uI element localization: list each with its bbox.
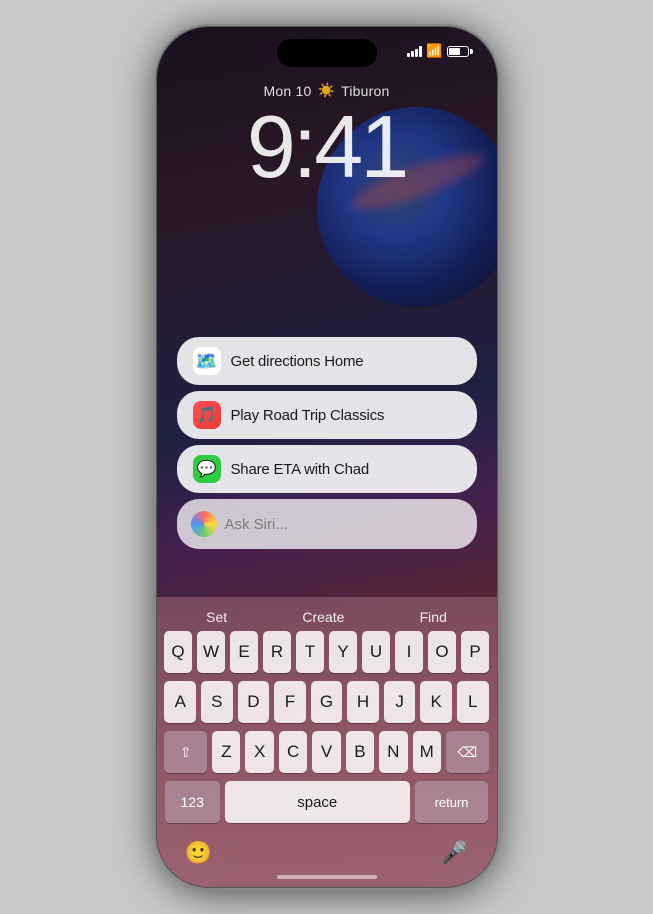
suggestion-create[interactable]: Create: [302, 609, 344, 625]
key-g[interactable]: G: [311, 681, 343, 723]
maps-icon: 🗺️: [193, 347, 221, 375]
suggestion-messages-text: Share ETA with Chad: [231, 461, 370, 478]
siri-suggestions: 🗺️ Get directions Home 🎵 Play Road Trip …: [177, 337, 477, 549]
status-icons: 📶: [407, 43, 472, 59]
lock-screen-content: Mon 10 ☀️ Tiburon 9:41: [157, 82, 497, 191]
key-v[interactable]: V: [312, 731, 340, 773]
key-c[interactable]: C: [279, 731, 307, 773]
key-p[interactable]: P: [461, 631, 489, 673]
key-o[interactable]: O: [428, 631, 456, 673]
microphone-button[interactable]: 🎤: [437, 835, 473, 871]
quick-suggestions-bar: Set Create Find: [161, 605, 493, 631]
key-f[interactable]: F: [274, 681, 306, 723]
key-i[interactable]: I: [395, 631, 423, 673]
home-indicator: [277, 875, 377, 879]
delete-key[interactable]: ⌫: [446, 731, 489, 773]
suggestion-directions[interactable]: 🗺️ Get directions Home: [177, 337, 477, 385]
key-x[interactable]: X: [245, 731, 273, 773]
key-z[interactable]: Z: [212, 731, 240, 773]
suggestion-music-text: Play Road Trip Classics: [231, 407, 385, 424]
shift-key[interactable]: ⇧: [164, 731, 207, 773]
suggestion-directions-text: Get directions Home: [231, 353, 364, 370]
key-m[interactable]: M: [413, 731, 441, 773]
battery-icon: [447, 46, 473, 57]
suggestion-messages[interactable]: 💬 Share ETA with Chad: [177, 445, 477, 493]
dynamic-island: [277, 39, 377, 67]
key-d[interactable]: D: [238, 681, 270, 723]
numbers-key[interactable]: 123: [165, 781, 220, 823]
lock-screen-time: 9:41: [247, 103, 406, 191]
siri-orb-icon: [191, 511, 217, 537]
key-w[interactable]: W: [197, 631, 225, 673]
key-l[interactable]: L: [457, 681, 489, 723]
keyboard-row-2: A S D F G H J K L: [165, 681, 489, 723]
wifi-icon: 📶: [426, 43, 442, 59]
space-key[interactable]: space: [225, 781, 410, 823]
key-b[interactable]: B: [346, 731, 374, 773]
suggestion-find[interactable]: Find: [420, 609, 447, 625]
siri-placeholder: Ask Siri...: [225, 516, 288, 533]
keyboard-row-1: Q W E R T Y U I O P: [165, 631, 489, 673]
signal-icon: [407, 45, 422, 57]
key-n[interactable]: N: [379, 731, 407, 773]
keyboard: Set Create Find Q W E R T Y U I O P: [157, 597, 497, 887]
messages-icon: 💬: [193, 455, 221, 483]
emoji-button[interactable]: 🙂: [181, 835, 217, 871]
key-q[interactable]: Q: [164, 631, 192, 673]
key-s[interactable]: S: [201, 681, 233, 723]
key-k[interactable]: K: [420, 681, 452, 723]
key-h[interactable]: H: [347, 681, 379, 723]
keyboard-row-bottom: 123 space return: [165, 781, 489, 823]
key-r[interactable]: R: [263, 631, 291, 673]
siri-input-container[interactable]: Ask Siri...: [177, 499, 477, 549]
key-u[interactable]: U: [362, 631, 390, 673]
phone-frame: 📶 Mon 10 ☀️ Tiburon 9:41 🗺️: [157, 27, 497, 887]
key-j[interactable]: J: [384, 681, 416, 723]
music-icon: 🎵: [193, 401, 221, 429]
return-key[interactable]: return: [415, 781, 489, 823]
keyboard-rows: Q W E R T Y U I O P A S D F G: [161, 631, 493, 823]
key-y[interactable]: Y: [329, 631, 357, 673]
key-e[interactable]: E: [230, 631, 258, 673]
key-t[interactable]: T: [296, 631, 324, 673]
phone-screen: 📶 Mon 10 ☀️ Tiburon 9:41 🗺️: [157, 27, 497, 887]
suggestion-music[interactable]: 🎵 Play Road Trip Classics: [177, 391, 477, 439]
suggestion-set[interactable]: Set: [206, 609, 227, 625]
keyboard-row-3: ⇧ Z X C V B N M ⌫: [165, 731, 489, 773]
key-a[interactable]: A: [164, 681, 196, 723]
